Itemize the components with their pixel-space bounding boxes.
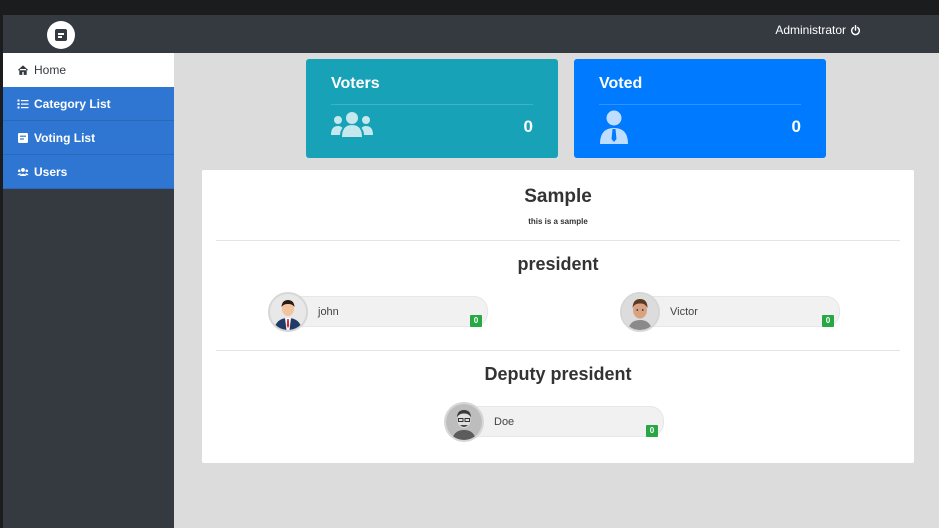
voted-card: Voted 0 — [574, 59, 826, 158]
power-icon[interactable] — [850, 24, 861, 36]
election-title: Sample — [524, 186, 592, 207]
sidebar-item-voting-list[interactable]: Voting List — [3, 121, 174, 155]
sidebar-item-label: Users — [34, 164, 68, 179]
candidate-name: john — [318, 306, 339, 318]
vote-count-badge: 0 — [646, 425, 658, 437]
sidebar-item-category-list[interactable]: Category List — [3, 87, 174, 121]
voters-card: Voters 0 — [306, 59, 558, 158]
voting-icon — [18, 132, 28, 143]
users-group-icon — [331, 112, 373, 137]
top-navbar: Administrator — [3, 15, 939, 53]
candidate-name: Victor — [670, 306, 698, 318]
man-suit-avatar-icon — [270, 294, 306, 330]
sidebar: Home Category List Voting List Users — [3, 53, 174, 528]
user-tie-icon — [600, 110, 628, 144]
voters-card-title: Voters — [331, 75, 380, 92]
candidate-avatar — [620, 292, 660, 332]
candidate-card[interactable]: john 0 — [268, 292, 488, 334]
sidebar-item-users[interactable]: Users — [3, 155, 174, 189]
voters-count: 0 — [523, 117, 533, 136]
sidebar-item-label: Voting List — [34, 130, 96, 145]
voted-card-title: Voted — [599, 75, 643, 92]
candidate-name: Doe — [494, 416, 515, 428]
logo-icon — [55, 29, 67, 41]
card-divider — [331, 104, 533, 105]
candidate-pill — [286, 296, 488, 327]
sidebar-item-label: Category List — [34, 96, 111, 111]
man-photo-avatar-icon — [622, 294, 658, 330]
candidate-avatar — [444, 402, 484, 442]
home-icon — [17, 65, 29, 75]
election-panel: Sample this is a sample president john 0 — [202, 170, 914, 463]
app-logo[interactable] — [47, 21, 75, 49]
voted-count: 0 — [791, 117, 801, 136]
candidate-pill — [638, 296, 840, 327]
app-window: Administrator Home Category List Voting … — [3, 15, 939, 528]
vote-count-badge: 0 — [822, 315, 834, 327]
candidate-card[interactable]: Victor 0 — [620, 292, 840, 334]
sidebar-item-label: Home — [34, 63, 67, 77]
candidate-card[interactable]: Doe 0 — [444, 402, 664, 444]
man-glasses-avatar-icon — [446, 404, 482, 440]
users-icon — [17, 167, 29, 176]
candidate-avatar — [268, 292, 308, 332]
divider — [216, 240, 900, 241]
category-title: Deputy president — [484, 364, 632, 384]
category-title: president — [517, 254, 599, 274]
user-label: Administrator — [775, 23, 846, 37]
vote-count-badge: 0 — [470, 315, 482, 327]
sidebar-item-home[interactable]: Home — [3, 53, 174, 87]
divider — [216, 350, 900, 351]
user-menu[interactable]: Administrator — [775, 23, 861, 37]
election-description: this is a sample — [528, 217, 588, 226]
card-divider — [599, 104, 801, 105]
list-icon — [17, 99, 29, 108]
candidate-pill — [462, 406, 664, 437]
